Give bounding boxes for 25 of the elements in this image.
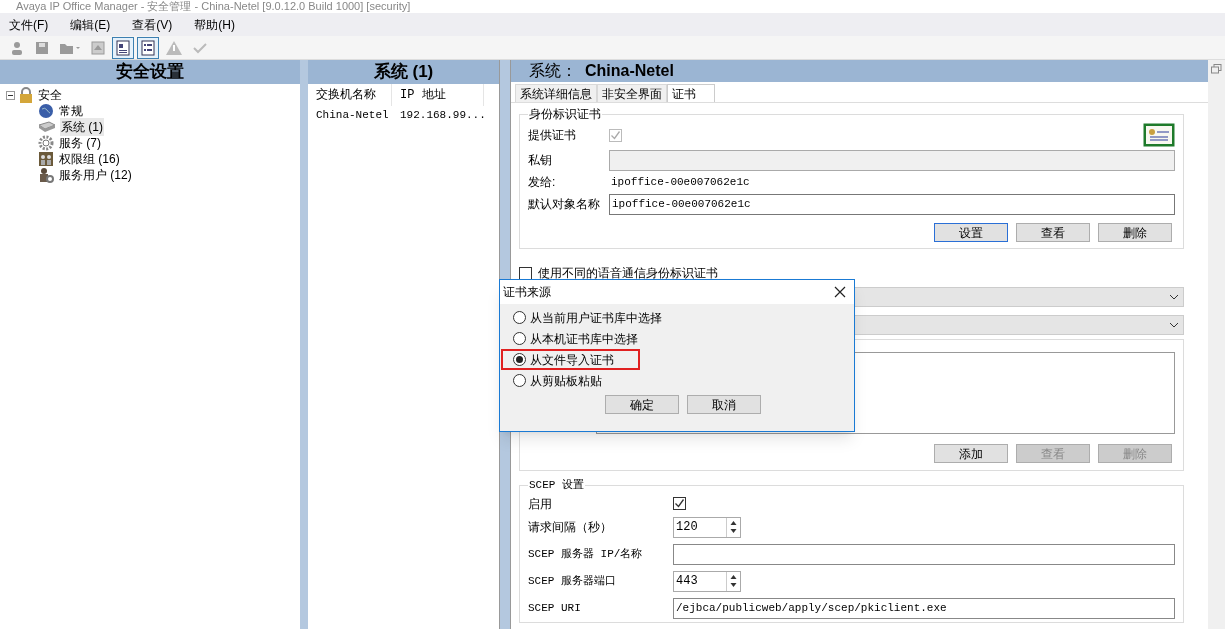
table-cell-text: 192.168.99... [399,107,484,123]
table-cell-text: China-Netel [315,107,390,123]
panel-header: 系统 (1) [308,60,499,84]
radio-label: 从本机证书库中选择 [530,330,638,348]
field-label: 发给: [528,174,557,191]
radio-label: 从当前用户证书库中选择 [530,309,662,327]
dialog-title: 证书来源 [503,284,551,301]
window-title: Avaya IP Office Manager - 安全管理 - China-Netel [9.0.12.0 Build 1000] [security] [15,0,411,13]
field-label: SCEP URI [528,600,582,616]
radio-label: 从剪贴板粘贴 [530,372,602,390]
group-title: SCEP 设置 [528,478,585,493]
header-label: 系统： [529,61,577,81]
checkbox-label: 使用不同的语音通信身份标识证书 [538,265,718,282]
field-value: ipoffice-00e007062e1c [610,174,750,190]
field-label: SCEP 服务器 IP/名称 [528,546,644,562]
field-label: 请求间隔（秒） [528,519,613,536]
field-label: 私钥 [528,152,553,169]
field-label: 默认对象名称 [528,196,601,213]
field-label: 提供证书 [528,127,577,144]
panel-header: 安全设置 [0,60,300,84]
header-value: China-Netel [585,61,674,81]
field-label: SCEP 服务器端口 [528,573,617,589]
field-label: 启用 [528,495,553,513]
radio-label: 从文件导入证书 [530,351,614,369]
group-title: 身份标识证书 [528,106,602,123]
